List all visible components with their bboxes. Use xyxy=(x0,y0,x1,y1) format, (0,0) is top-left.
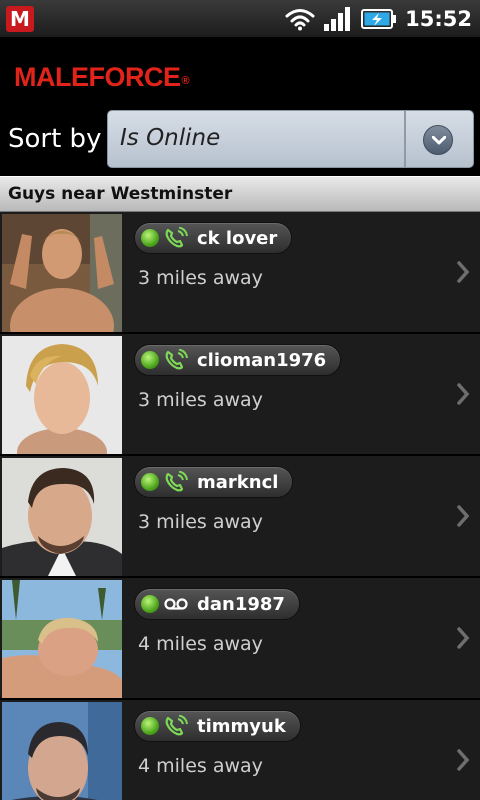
phone-icon xyxy=(165,471,188,492)
username-pill: ck lover xyxy=(134,222,293,254)
username: timmyuk xyxy=(197,715,286,737)
username-pill: timmyuk xyxy=(134,710,301,742)
list-item[interactable]: markncl 3 miles away xyxy=(0,456,480,578)
user-distance: 3 miles away xyxy=(138,511,263,533)
status-bar: M 15:52 xyxy=(0,0,480,38)
user-distance: 3 miles away xyxy=(138,267,263,289)
user-distance: 4 miles away xyxy=(138,633,263,655)
list-section-header: Guys near Westminster xyxy=(0,176,480,212)
username-pill: markncl xyxy=(134,466,294,498)
user-distance: 4 miles away xyxy=(138,755,263,777)
section-title: Guys near Westminster xyxy=(8,184,233,204)
wifi-icon xyxy=(285,9,315,31)
sort-divider xyxy=(404,111,406,167)
online-indicator-icon xyxy=(141,717,159,735)
online-indicator-icon xyxy=(141,351,159,369)
maleforce-app-icon: M xyxy=(6,6,34,32)
phone-icon xyxy=(165,349,188,370)
username: ck lover xyxy=(197,227,278,249)
user-photo xyxy=(2,580,122,698)
online-indicator-icon xyxy=(141,473,159,491)
signal-icon xyxy=(324,7,351,31)
online-indicator-icon xyxy=(141,229,159,247)
sort-selected-value: Is Online xyxy=(120,125,221,151)
sort-dropdown[interactable]: Is Online xyxy=(107,110,474,168)
user-list: ck lover 3 miles away clioman1976 3 mile… xyxy=(0,212,480,800)
phone-icon xyxy=(165,227,188,248)
voicemail-icon xyxy=(164,598,188,610)
chevron-right-icon xyxy=(457,383,470,405)
user-distance: 3 miles away xyxy=(138,389,263,411)
brand-name: MALEFORCE xyxy=(14,62,181,92)
list-item[interactable]: dan1987 4 miles away xyxy=(0,578,480,700)
username-pill: clioman1976 xyxy=(134,344,342,376)
list-item[interactable]: clioman1976 3 miles away xyxy=(0,334,480,456)
brand-logo: MALEFORCE® xyxy=(14,62,190,93)
list-item[interactable]: timmyuk 4 miles away xyxy=(0,700,480,800)
list-item[interactable]: ck lover 3 miles away xyxy=(0,212,480,334)
app-header: MALEFORCE® xyxy=(0,38,480,108)
username-pill: dan1987 xyxy=(134,588,300,620)
username: dan1987 xyxy=(197,593,285,615)
dropdown-arrow-button[interactable] xyxy=(423,125,453,155)
online-indicator-icon xyxy=(141,595,159,613)
status-indicators: 15:52 xyxy=(285,4,472,34)
battery-charging-icon xyxy=(361,9,397,29)
phone-icon xyxy=(165,715,188,736)
username: markncl xyxy=(197,471,279,493)
user-photo xyxy=(2,702,122,800)
user-photo xyxy=(2,336,122,454)
sort-label: Sort by xyxy=(8,124,102,154)
sort-row: Sort by Is Online xyxy=(0,108,480,176)
chevron-down-icon xyxy=(432,136,446,145)
chevron-right-icon xyxy=(457,261,470,283)
status-time: 15:52 xyxy=(405,7,472,31)
user-photo xyxy=(2,214,122,332)
user-photo xyxy=(2,458,122,576)
username: clioman1976 xyxy=(197,349,327,371)
chevron-right-icon xyxy=(457,749,470,771)
chevron-right-icon xyxy=(457,505,470,527)
chevron-right-icon xyxy=(457,627,470,649)
brand-registered-mark: ® xyxy=(181,75,190,87)
